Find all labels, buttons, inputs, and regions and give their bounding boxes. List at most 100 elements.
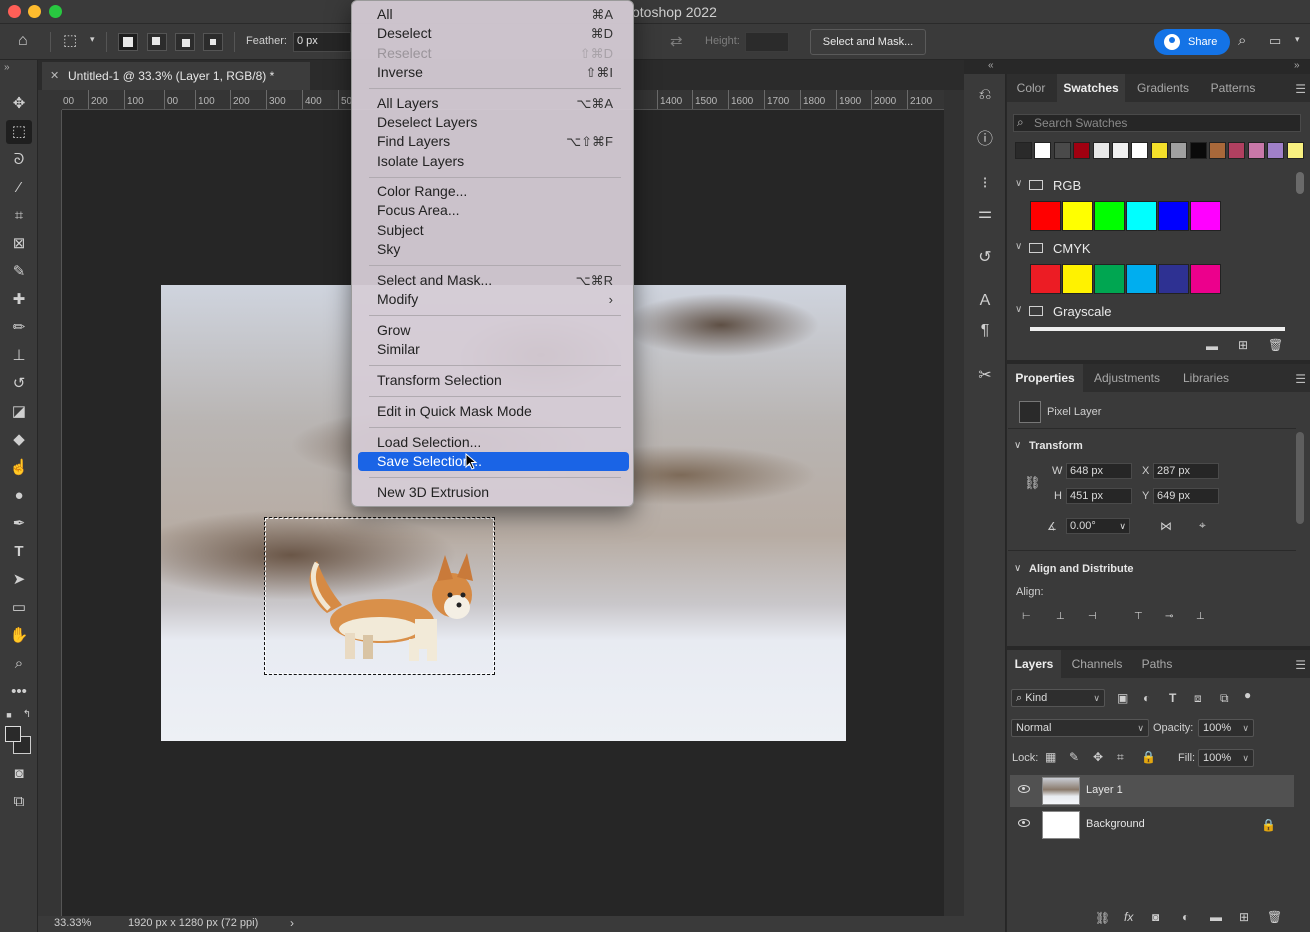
- menu-item-isolate-layers[interactable]: Isolate Layers: [358, 152, 629, 171]
- close-window-button[interactable]: [8, 5, 21, 18]
- color-swatch[interactable]: [1209, 142, 1226, 159]
- x-input[interactable]: 287 px: [1153, 463, 1219, 479]
- tab-adjustments[interactable]: Adjustments: [1087, 364, 1167, 392]
- panel-menu-icon[interactable]: ☰: [1295, 82, 1306, 96]
- healing-brush-tool-icon[interactable]: ✚: [6, 288, 32, 312]
- home-icon[interactable]: ⌂: [18, 32, 28, 50]
- color-swatch[interactable]: [1094, 201, 1125, 231]
- color-swatch[interactable]: [1015, 142, 1032, 159]
- color-swatch[interactable]: [1126, 201, 1157, 231]
- default-colors-icon[interactable]: ■: [2, 703, 16, 727]
- add-mask-icon[interactable]: ◙: [1152, 910, 1159, 924]
- panel-menu-icon[interactable]: ☰: [1295, 658, 1306, 672]
- chevron-down-icon[interactable]: ∨: [1014, 563, 1021, 574]
- close-icon[interactable]: ✕: [50, 62, 59, 90]
- history-icon[interactable]: ⎌: [974, 84, 996, 106]
- type-tool-icon[interactable]: T: [6, 540, 32, 564]
- lasso-tool-icon[interactable]: ᘐ: [6, 148, 32, 172]
- color-swatch[interactable]: [1158, 201, 1189, 231]
- blend-mode-select[interactable]: Normal ∨: [1011, 719, 1149, 737]
- flip-horizontal-icon[interactable]: ⋈: [1160, 519, 1172, 533]
- chevron-down-icon[interactable]: ∨: [1015, 178, 1022, 189]
- color-swatch[interactable]: [1030, 201, 1061, 231]
- zoom-level[interactable]: 33.33%: [54, 917, 91, 929]
- color-swatch[interactable]: [1092, 142, 1110, 159]
- marquee-selection[interactable]: [264, 517, 495, 675]
- menu-item-new-3d-extrusion[interactable]: New 3D Extrusion: [358, 483, 629, 502]
- color-swatch[interactable]: [1053, 142, 1071, 159]
- new-selection-button[interactable]: [118, 33, 138, 51]
- align-left-icon[interactable]: ⊢: [1022, 611, 1031, 622]
- layer-kind-filter[interactable]: ⌕ Kind ∨: [1011, 689, 1105, 707]
- fill-input[interactable]: 100% ∨: [1198, 749, 1254, 767]
- menu-item-inverse[interactable]: Inverse ⇧⌘I: [358, 63, 629, 82]
- color-swatch[interactable]: [1062, 264, 1093, 294]
- align-top-icon[interactable]: ⊤: [1134, 611, 1143, 622]
- eraser-tool-icon[interactable]: ◪: [6, 400, 32, 424]
- align-middle-icon[interactable]: ⊸: [1165, 611, 1173, 622]
- color-swatch[interactable]: [1190, 201, 1221, 231]
- feather-input[interactable]: 0 px: [293, 32, 351, 52]
- screen-mode-icon[interactable]: ⧉: [6, 790, 32, 814]
- swap-colors-icon[interactable]: ↰: [20, 703, 34, 727]
- more-tools-icon[interactable]: •••: [6, 680, 32, 704]
- filter-smart-object-icon[interactable]: ⧉: [1220, 691, 1229, 706]
- lock-all-icon[interactable]: 🔒: [1141, 750, 1156, 764]
- filter-shape-icon[interactable]: ⧈: [1194, 691, 1202, 706]
- link-icon[interactable]: ⛓: [1024, 475, 1041, 491]
- eyedropper-tool-icon[interactable]: ✎: [6, 260, 32, 284]
- new-swatch-icon[interactable]: ⊞: [1238, 338, 1248, 352]
- chevron-down-icon[interactable]: ∨: [1119, 519, 1126, 533]
- pen-tool-icon[interactable]: ✒: [6, 512, 32, 536]
- chevron-down-icon[interactable]: ∨: [1015, 304, 1022, 315]
- color-swatch[interactable]: [1247, 142, 1265, 159]
- search-swatches-input[interactable]: ⌕ Search Swatches: [1013, 114, 1301, 132]
- menu-item-grow[interactable]: Grow: [358, 321, 629, 340]
- y-input[interactable]: 649 px: [1153, 488, 1219, 504]
- tab-patterns[interactable]: Patterns: [1201, 74, 1265, 102]
- adjustment-layer-icon[interactable]: ◐: [1182, 910, 1189, 924]
- menu-item-find-layers[interactable]: Find Layers ⌥⇧⌘F: [358, 132, 629, 151]
- menu-item-load-selection[interactable]: Load Selection...: [358, 433, 629, 452]
- chevron-down-icon[interactable]: ▾: [1295, 34, 1300, 45]
- folder-icon[interactable]: ▬: [1206, 339, 1218, 353]
- menu-item-transform-selection[interactable]: Transform Selection: [358, 371, 629, 390]
- color-swatch[interactable]: [1062, 201, 1093, 231]
- smudge-tool-icon[interactable]: ☝: [6, 456, 32, 480]
- menu-item-deselect-layers[interactable]: Deselect Layers: [358, 113, 629, 132]
- magic-wand-tool-icon[interactable]: ⁄: [6, 176, 32, 200]
- marquee-preset-icon[interactable]: ⬚: [63, 31, 77, 49]
- filter-pixel-icon[interactable]: ▣: [1117, 691, 1128, 705]
- tab-color[interactable]: Color: [1007, 74, 1055, 102]
- color-swatch[interactable]: [1158, 264, 1189, 294]
- document-tab[interactable]: ✕ Untitled-1 @ 33.3% (Layer 1, RGB/8) *: [42, 62, 310, 90]
- tab-layers[interactable]: Layers: [1007, 650, 1061, 678]
- scrollbar-thumb[interactable]: [1296, 172, 1304, 194]
- color-swatch[interactable]: [1073, 142, 1091, 159]
- collapse-icon[interactable]: »: [4, 62, 10, 73]
- menu-item-edit-quick-mask[interactable]: Edit in Quick Mask Mode: [358, 402, 629, 421]
- brush-settings-icon[interactable]: ⁝: [974, 173, 996, 195]
- paint-bucket-tool-icon[interactable]: ◆: [6, 428, 32, 452]
- chevron-down-icon[interactable]: ∨: [1015, 241, 1022, 252]
- menu-item-select-and-mask[interactable]: Select and Mask... ⌥⌘R: [358, 271, 629, 290]
- scrollbar-thumb[interactable]: [1296, 432, 1304, 524]
- add-to-selection-button[interactable]: [147, 33, 167, 51]
- clone-stamp-tool-icon[interactable]: ⊥: [6, 344, 32, 368]
- color-swatch[interactable]: [1034, 142, 1052, 159]
- tab-gradients[interactable]: Gradients: [1127, 74, 1199, 102]
- color-swatch[interactable]: [1131, 142, 1149, 159]
- layer-row[interactable]: Background 🔒: [1010, 809, 1294, 841]
- new-layer-icon[interactable]: ⊞: [1239, 910, 1249, 924]
- align-bottom-icon[interactable]: ⊥: [1196, 611, 1205, 622]
- fx-icon[interactable]: fx: [1124, 910, 1133, 924]
- tab-channels[interactable]: Channels: [1065, 650, 1129, 678]
- filter-type-icon[interactable]: T: [1169, 691, 1176, 705]
- trash-icon[interactable]: 🗑: [1268, 338, 1283, 352]
- tools-settings-icon[interactable]: ✂: [974, 365, 996, 387]
- select-and-mask-button[interactable]: Select and Mask...: [810, 29, 926, 55]
- color-swatch[interactable]: [1190, 264, 1221, 294]
- tab-properties[interactable]: Properties: [1007, 364, 1083, 392]
- foreground-color-swatch[interactable]: [5, 726, 21, 742]
- tab-libraries[interactable]: Libraries: [1171, 364, 1241, 392]
